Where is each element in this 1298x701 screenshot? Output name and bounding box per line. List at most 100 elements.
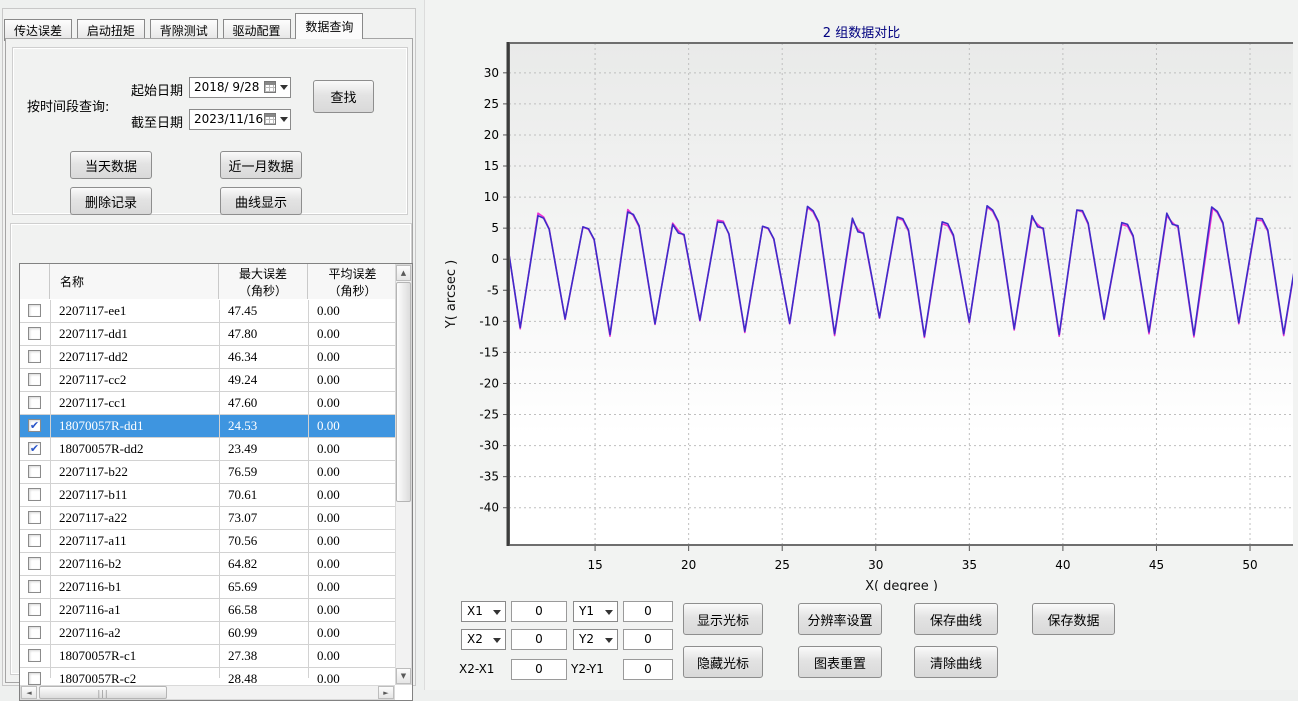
- x2-value-field[interactable]: 0: [511, 629, 567, 650]
- chart[interactable]: 302520151050-5-10-15-20-25-30-35-4015202…: [441, 36, 1293, 591]
- row-checkbox[interactable]: ✔: [28, 442, 41, 455]
- y-tick-label: 15: [484, 159, 499, 173]
- row-checkbox[interactable]: [28, 626, 41, 639]
- scroll-up-icon[interactable]: ▲: [396, 265, 411, 281]
- table-row[interactable]: 2207117-ee147.450.00: [20, 300, 395, 323]
- row-checkbox[interactable]: [28, 649, 41, 662]
- y1-value-field[interactable]: 0: [623, 601, 673, 622]
- chevron-down-icon[interactable]: [280, 117, 288, 126]
- table-row[interactable]: 18070057R-c228.480.00: [20, 668, 395, 678]
- chevron-down-icon[interactable]: [280, 85, 288, 94]
- column-divider: [50, 668, 51, 678]
- column-divider: [219, 530, 220, 552]
- vertical-scroll-thumb[interactable]: [396, 282, 411, 502]
- y-tick-label: 25: [484, 97, 499, 111]
- today-data-button[interactable]: 当天数据: [70, 151, 152, 179]
- row-checkbox[interactable]: [28, 465, 41, 478]
- table-row[interactable]: 18070057R-c127.380.00: [20, 645, 395, 668]
- column-divider: [50, 438, 51, 460]
- table-horizontal-scrollbar[interactable]: ◄ ||| ►: [20, 685, 395, 700]
- query-section-label: 按时间段查询:: [27, 96, 109, 115]
- x1-value-field[interactable]: 0: [511, 601, 567, 622]
- cell-max-error: 46.34: [219, 346, 308, 368]
- cell-avg-error: 0.00: [308, 461, 397, 483]
- row-checkbox[interactable]: [28, 488, 41, 501]
- row-checkbox[interactable]: [28, 557, 41, 570]
- column-divider: [308, 392, 309, 414]
- table-vertical-scrollbar[interactable]: ▲ ▼: [395, 264, 412, 685]
- dy-label: Y2-Y1: [571, 662, 604, 676]
- clear-curve-button[interactable]: 清除曲线: [914, 646, 998, 678]
- cell-name: 2207117-a22: [50, 507, 219, 529]
- y1-combobox[interactable]: Y1: [573, 601, 618, 622]
- y1-label: Y1: [579, 604, 594, 618]
- calendar-icon[interactable]: [264, 113, 276, 125]
- table-row[interactable]: 2207117-a2273.070.00: [20, 507, 395, 530]
- table-row[interactable]: 2207117-cc147.600.00: [20, 392, 395, 415]
- row-checkbox[interactable]: [28, 534, 41, 547]
- table-row[interactable]: ✔18070057R-dd223.490.00: [20, 438, 395, 461]
- table-row[interactable]: 2207116-a260.990.00: [20, 622, 395, 645]
- delete-record-button[interactable]: 删除记录: [70, 187, 152, 215]
- horizontal-scroll-thumb[interactable]: |||: [39, 686, 167, 699]
- row-checkbox[interactable]: [28, 603, 41, 616]
- hide-cursor-button[interactable]: 隐藏光标: [683, 646, 763, 678]
- cell-name: 2207117-cc2: [50, 369, 219, 391]
- table-row[interactable]: 2207116-b264.820.00: [20, 553, 395, 576]
- curve-display-button[interactable]: 曲线显示: [220, 187, 302, 215]
- save-curve-button[interactable]: 保存曲线: [914, 603, 998, 635]
- scroll-left-icon[interactable]: ◄: [21, 686, 37, 699]
- table-row[interactable]: 2207116-a166.580.00: [20, 599, 395, 622]
- resolution-settings-button[interactable]: 分辨率设置: [798, 603, 882, 635]
- end-date-picker[interactable]: 2023/11/16: [189, 109, 291, 130]
- table-row[interactable]: 2207117-dd246.340.00: [20, 346, 395, 369]
- tab-data-query[interactable]: 数据查询: [295, 13, 363, 39]
- x2-combobox[interactable]: X2: [461, 629, 506, 650]
- table-row[interactable]: 2207116-b165.690.00: [20, 576, 395, 599]
- dx-value-field[interactable]: 0: [511, 659, 567, 680]
- column-divider: [219, 645, 220, 667]
- y2-combobox[interactable]: Y2: [573, 629, 618, 650]
- header-avg-error[interactable]: 平均误差 （角秒）: [308, 264, 397, 299]
- calendar-icon[interactable]: [264, 81, 276, 93]
- column-divider: [50, 346, 51, 368]
- scroll-right-icon[interactable]: ►: [378, 686, 394, 699]
- row-checkbox[interactable]: [28, 511, 41, 524]
- save-data-button[interactable]: 保存数据: [1032, 603, 1115, 635]
- chevron-down-icon[interactable]: [605, 610, 613, 619]
- row-checkbox[interactable]: [28, 373, 41, 386]
- header-max-error[interactable]: 最大误差 （角秒）: [219, 264, 308, 299]
- table-row[interactable]: 2207117-b2276.590.00: [20, 461, 395, 484]
- recent-month-button[interactable]: 近一月数据: [220, 151, 302, 179]
- chart-reset-button[interactable]: 图表重置: [798, 646, 882, 678]
- table-row[interactable]: ✔18070057R-dd124.530.00: [20, 415, 395, 438]
- scroll-down-icon[interactable]: ▼: [396, 668, 411, 684]
- chevron-down-icon[interactable]: [605, 638, 613, 647]
- row-checkbox[interactable]: [28, 672, 41, 685]
- y2-value-field[interactable]: 0: [623, 629, 673, 650]
- header-name[interactable]: 名称: [50, 264, 219, 299]
- table-row[interactable]: 2207117-cc249.240.00: [20, 369, 395, 392]
- column-divider: [308, 461, 309, 483]
- row-checkbox[interactable]: [28, 327, 41, 340]
- row-checkbox[interactable]: [28, 580, 41, 593]
- start-date-picker[interactable]: 2018/ 9/28: [189, 77, 291, 98]
- row-checkbox[interactable]: [28, 396, 41, 409]
- chevron-down-icon[interactable]: [493, 638, 501, 647]
- row-checkbox[interactable]: [28, 304, 41, 317]
- row-checkbox[interactable]: ✔: [28, 419, 41, 432]
- dy-value-field[interactable]: 0: [623, 659, 673, 680]
- chevron-down-icon[interactable]: [493, 610, 501, 619]
- table-row[interactable]: 2207117-b1170.610.00: [20, 484, 395, 507]
- x1-combobox[interactable]: X1: [461, 601, 506, 622]
- table-row[interactable]: 2207117-a1170.560.00: [20, 530, 395, 553]
- cell-max-error: 73.07: [219, 507, 308, 529]
- search-button[interactable]: 查找: [313, 80, 374, 113]
- query-groupbox: 按时间段查询: 起始日期 2018/ 9/28 截至日期 2023/11/16 …: [12, 47, 408, 215]
- cell-avg-error: 0.00: [308, 392, 397, 414]
- row-checkbox[interactable]: [28, 350, 41, 363]
- table-row[interactable]: 2207117-dd147.800.00: [20, 323, 395, 346]
- show-cursor-button[interactable]: 显示光标: [683, 603, 763, 635]
- x-axis-label: X( degree ): [865, 579, 938, 591]
- plot-area[interactable]: [509, 43, 1293, 545]
